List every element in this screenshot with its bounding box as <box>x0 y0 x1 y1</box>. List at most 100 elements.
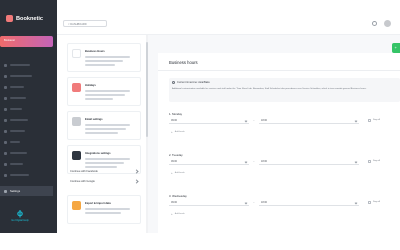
day-label: 3. Wednesday <box>169 194 187 198</box>
end-time-select[interactable]: 18:00 <box>259 200 359 206</box>
google-label: Continue with Google <box>70 179 95 183</box>
start-time-value: 09:00 <box>171 201 177 204</box>
menu-icon <box>4 74 7 78</box>
day-off-label: Day off <box>373 201 380 203</box>
plus-icon: + <box>171 212 173 216</box>
end-time-select[interactable]: 18:00 <box>259 118 359 124</box>
start-time-select[interactable]: 09:00 <box>169 200 249 206</box>
sidebar-item[interactable] <box>4 128 52 134</box>
sidebar-active-label: Bookanet <box>4 39 15 42</box>
calendar-icon <box>72 83 81 92</box>
add-break-button[interactable]: + Add break <box>171 212 185 216</box>
sidebar-item[interactable] <box>4 73 52 79</box>
day-off-label: Day off <box>373 119 380 121</box>
day-row-monday: 1. Monday 09:00 – 18:00 Day off + Add br… <box>169 112 400 142</box>
day-off-checkbox[interactable] <box>368 118 371 122</box>
menu-icon <box>4 162 7 166</box>
sidebar-item[interactable] <box>4 150 52 156</box>
day-row-tuesday: 2. Tuesday 09:00 – 18:00 Day off + Add b… <box>169 153 400 183</box>
timezone-label: Current timezone: Asia/Baku <box>177 81 210 84</box>
menu-icon <box>4 173 7 177</box>
sidebar-settings-label: Settings <box>10 189 21 193</box>
day-off-toggle[interactable]: Day off <box>368 159 380 163</box>
end-time-select[interactable]: 18:00 <box>259 159 359 165</box>
sidebar-item[interactable] <box>4 106 52 112</box>
menu-icon <box>4 118 7 122</box>
sidebar-item[interactable] <box>4 172 52 178</box>
end-time-value: 18:00 <box>261 160 267 163</box>
time-separator: – <box>253 200 255 204</box>
menu-icon <box>4 151 7 155</box>
facebook-label: Continue with Facebook <box>70 169 98 173</box>
day-off-checkbox[interactable] <box>368 159 371 163</box>
settings-card-export-import[interactable]: Export & Import data <box>67 195 141 224</box>
chevron-down-icon <box>244 160 248 164</box>
help-icon[interactable] <box>372 21 377 26</box>
integrations-icon <box>72 151 81 160</box>
chevron-down-icon <box>354 201 358 205</box>
brand[interactable]: Booknetic <box>6 15 43 22</box>
sidebar-item-active[interactable]: Bookanet <box>0 36 53 47</box>
brand-name: Booknetic <box>16 15 44 22</box>
menu-icon <box>4 107 7 111</box>
divider <box>158 70 400 71</box>
back-button[interactable]: < DASHBOARD <box>63 20 107 27</box>
chevron-right-icon <box>134 169 139 174</box>
sidebar-item[interactable] <box>4 84 52 90</box>
end-time-value: 18:00 <box>261 119 267 122</box>
info-icon <box>172 81 175 84</box>
add-break-button[interactable]: + Add break <box>171 130 185 134</box>
bottom-strip <box>0 233 400 250</box>
back-label: < DASHBOARD <box>68 22 87 26</box>
time-separator: – <box>253 118 255 122</box>
sidebar-item[interactable] <box>4 95 52 101</box>
continue-with-google[interactable]: Continue with Google <box>67 178 141 185</box>
day-label: 2. Tuesday <box>169 153 183 157</box>
continue-with-facebook[interactable]: Continue with Facebook <box>67 168 141 175</box>
timezone-info-title: Current timezone: Asia/Baku <box>172 81 210 84</box>
time-separator: – <box>253 159 255 163</box>
topbar <box>57 0 400 35</box>
day-off-checkbox[interactable] <box>368 200 371 204</box>
settings-card-title: Business Hours <box>85 50 105 53</box>
start-time-value: 09:00 <box>171 119 177 122</box>
email-icon <box>72 117 81 126</box>
sidebar-item[interactable] <box>4 139 52 145</box>
sidebar-item[interactable] <box>4 62 52 68</box>
settings-card-holidays[interactable]: Holidays <box>67 77 141 106</box>
brand-logo-icon <box>6 15 13 22</box>
sidebar-item-settings[interactable]: Settings <box>0 186 53 196</box>
start-time-select[interactable]: 09:00 <box>169 118 249 124</box>
chevron-down-icon <box>244 201 248 205</box>
watermark-logo: ϕ <box>17 209 23 218</box>
start-time-select[interactable]: 09:00 <box>169 159 249 165</box>
export-icon <box>72 201 81 210</box>
settings-card-email[interactable]: Email settings <box>67 111 141 140</box>
end-time-value: 18:00 <box>261 201 267 204</box>
day-row-wednesday: 3. Wednesday 09:00 – 18:00 Day off + Add… <box>169 194 400 224</box>
sidebar-item[interactable] <box>4 161 52 167</box>
plus-icon: + <box>171 171 173 175</box>
sidebar-item[interactable] <box>4 117 52 123</box>
chevron-down-icon <box>354 119 358 123</box>
day-off-toggle[interactable]: Day off <box>368 118 380 122</box>
chevron-down-icon <box>354 160 358 164</box>
settings-card-title: Holidays <box>85 84 96 87</box>
save-button[interactable]: + <box>392 43 400 53</box>
settings-card-title: Email settings <box>85 118 103 121</box>
add-break-label: Add break <box>174 213 185 215</box>
menu-icon <box>4 140 7 144</box>
avatar[interactable] <box>384 20 391 27</box>
settings-card-business-hours[interactable]: Business Hours <box>67 43 141 72</box>
add-break-button[interactable]: + Add break <box>171 171 185 175</box>
save-label: + <box>394 45 397 50</box>
day-off-toggle[interactable]: Day off <box>368 200 380 204</box>
start-time-value: 09:00 <box>171 160 177 163</box>
chevron-right-icon <box>134 179 139 184</box>
clock-icon <box>72 49 81 58</box>
add-break-label: Add break <box>174 131 185 133</box>
chevron-down-icon <box>244 119 248 123</box>
page-title: Business hours <box>169 60 198 65</box>
watermark-text: Go Digital Help <box>11 219 29 222</box>
menu-icon <box>4 85 7 89</box>
